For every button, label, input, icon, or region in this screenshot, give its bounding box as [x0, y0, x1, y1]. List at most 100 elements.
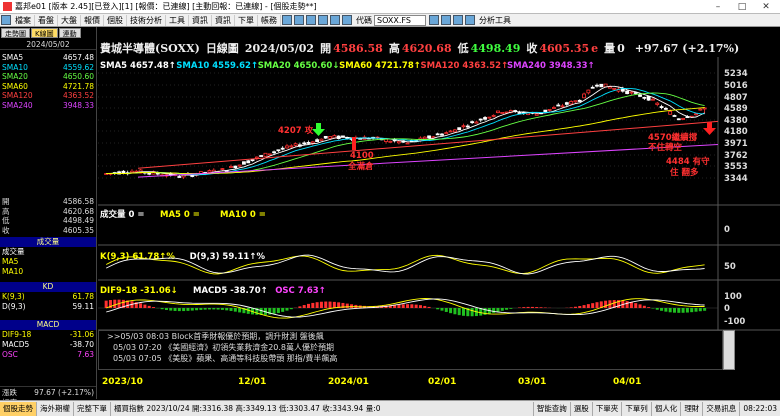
macd-osc-bar	[332, 301, 336, 308]
menu-account[interactable]: 帳務	[258, 14, 281, 26]
status-stock-picker[interactable]: 選股	[571, 401, 593, 416]
tab-trend[interactable]: 走勢圖	[1, 28, 30, 38]
candle-body	[491, 114, 496, 117]
menu-info[interactable]: 資訊	[189, 14, 212, 26]
candle-body	[388, 140, 393, 143]
minimize-icon[interactable]: –	[706, 0, 730, 14]
menu-info-2[interactable]: 資訊	[212, 14, 235, 26]
toolbar-icon[interactable]	[282, 15, 292, 25]
status-tab-stock-trend[interactable]: 個股走勢	[0, 401, 37, 416]
macd-osc-bar	[690, 308, 694, 313]
toolbar-icon[interactable]	[318, 15, 328, 25]
macd-legend-item: OSC 7.63↑	[275, 286, 326, 296]
macd-osc-bar	[591, 303, 595, 308]
toolbar-icon[interactable]	[342, 15, 352, 25]
tab-kline[interactable]: K線圖	[31, 28, 58, 38]
status-finance[interactable]: 理財	[681, 401, 704, 416]
macd-osc-bar	[436, 308, 440, 310]
kline-chart[interactable]: 5234 5016 48074589 43804180 3971 37623553 3344…	[98, 57, 780, 377]
status-tab-overseas[interactable]: 海外期權	[37, 401, 74, 416]
candle-body	[280, 147, 285, 150]
price-tick-label: 5016	[724, 81, 748, 91]
candle-body	[323, 135, 328, 139]
toolbar-icon[interactable]	[330, 15, 340, 25]
macd-osc-bar	[604, 300, 608, 308]
news-item[interactable]: 05/03 07:20 《美國經濟》初領失業救濟金20.8萬人優於預期	[99, 342, 722, 353]
candle-body	[272, 151, 276, 154]
left-info-panel: 走勢圖 K線圖 連動 2024/05/02 SMA5 4657.48 SMA10 4559…	[0, 27, 97, 407]
macd-osc-bar	[535, 307, 539, 308]
news-item[interactable]: >>05/03 08:03 Block首季財報優於預期，調升財測 盤後飆	[99, 331, 722, 342]
macd-osc-bar	[406, 304, 410, 308]
toolbar-icon[interactable]	[1, 15, 11, 25]
chart-annotation: 不住轉空	[648, 142, 683, 153]
macd-osc-bar	[634, 303, 638, 308]
status-index-ticker: 櫃買指數 2023/10/24 開:3316.38 高:3349.13 低:33…	[111, 401, 534, 416]
macd-osc-bar	[522, 307, 526, 308]
candle-body	[220, 168, 225, 170]
macd-osc-bar	[672, 308, 676, 313]
left-ma-value: 3948.33	[62, 100, 94, 110]
chart-annotation: 全滿倉	[347, 161, 374, 172]
high-label: 高	[388, 42, 400, 55]
toolbar-icon[interactable]	[294, 15, 304, 25]
macd-osc-bar	[638, 304, 642, 308]
status-order-list[interactable]: 下單列	[622, 401, 652, 416]
open-label: 開	[320, 42, 332, 55]
macd-osc-bar	[143, 304, 147, 308]
status-order-folder[interactable]: 下單夾	[593, 401, 623, 416]
left-ohlc-value: 4605.35	[62, 225, 94, 235]
tab-linked[interactable]: 連動	[58, 28, 81, 38]
macd-osc-bar	[152, 307, 156, 308]
code-label: 代碼	[356, 15, 372, 25]
macd-osc-bar	[302, 305, 306, 308]
toolbar-icon[interactable]	[306, 15, 316, 25]
macd-osc-bar	[177, 308, 181, 312]
toolbar-icon[interactable]	[429, 15, 439, 25]
candle-body	[573, 100, 578, 103]
left-ma-value: 4657.48	[62, 53, 94, 62]
candle-body	[599, 83, 604, 88]
left-macd-header: MACD	[0, 320, 96, 331]
candle-body	[655, 102, 660, 105]
menu-technical[interactable]: 技術分析	[127, 14, 166, 26]
stock-code-input[interactable]: SOXX.FS	[374, 14, 426, 26]
close-icon[interactable]: ✕	[754, 0, 778, 14]
low-value: 4498.49	[470, 41, 521, 55]
menu-stock[interactable]: 個股	[104, 14, 127, 26]
news-scrollbar[interactable]	[723, 330, 735, 370]
price-tick-label: 5234	[724, 69, 748, 79]
date-axis-label: 03/01	[518, 377, 547, 387]
toolbar-icon[interactable]	[453, 15, 463, 25]
left-ma-row: SMA120 4363.52	[0, 91, 96, 101]
toolbar-icon[interactable]	[441, 15, 451, 25]
date-axis-label: 12/01	[238, 377, 267, 387]
menu-tools[interactable]: 工具	[166, 14, 189, 26]
menu-file[interactable]: 檔案	[12, 14, 35, 26]
chart-annotation: 4207 攻	[278, 125, 314, 136]
candle-body	[483, 117, 487, 120]
candle-body	[595, 84, 599, 87]
menu-quote[interactable]: 報價	[81, 14, 104, 26]
date-axis-label: 2023/10	[102, 377, 143, 387]
news-item[interactable]: 05/03 07:05 《美股》蘋果、高通等科技股帶頭 那指/費半飆高	[99, 353, 722, 364]
macd-osc-bar	[311, 302, 315, 308]
macd-osc-bar	[595, 302, 599, 308]
macd-osc-bar	[233, 308, 237, 312]
candle-body	[259, 155, 264, 157]
red-marker-icon	[352, 137, 356, 150]
toolbar-icon[interactable]	[465, 15, 475, 25]
status-smart-search[interactable]: 智能查詢	[534, 401, 571, 416]
macd-osc-bar	[203, 308, 207, 310]
menu-view[interactable]: 看盤	[35, 14, 58, 26]
candle-body	[612, 87, 617, 90]
status-tab-full-order[interactable]: 完整下單	[74, 401, 111, 416]
maximize-icon[interactable]: □	[730, 0, 754, 14]
menu-order[interactable]: 下單	[235, 14, 258, 26]
left-kd-value: 61.78	[72, 292, 94, 302]
macd-osc-bar	[328, 301, 332, 308]
menu-market[interactable]: 大盤	[58, 14, 81, 26]
status-personalize[interactable]: 個人化	[652, 401, 682, 416]
menu-analysis-tools[interactable]: 分析工具	[476, 15, 514, 26]
status-trade-messages[interactable]: 交易訊息	[703, 401, 741, 416]
